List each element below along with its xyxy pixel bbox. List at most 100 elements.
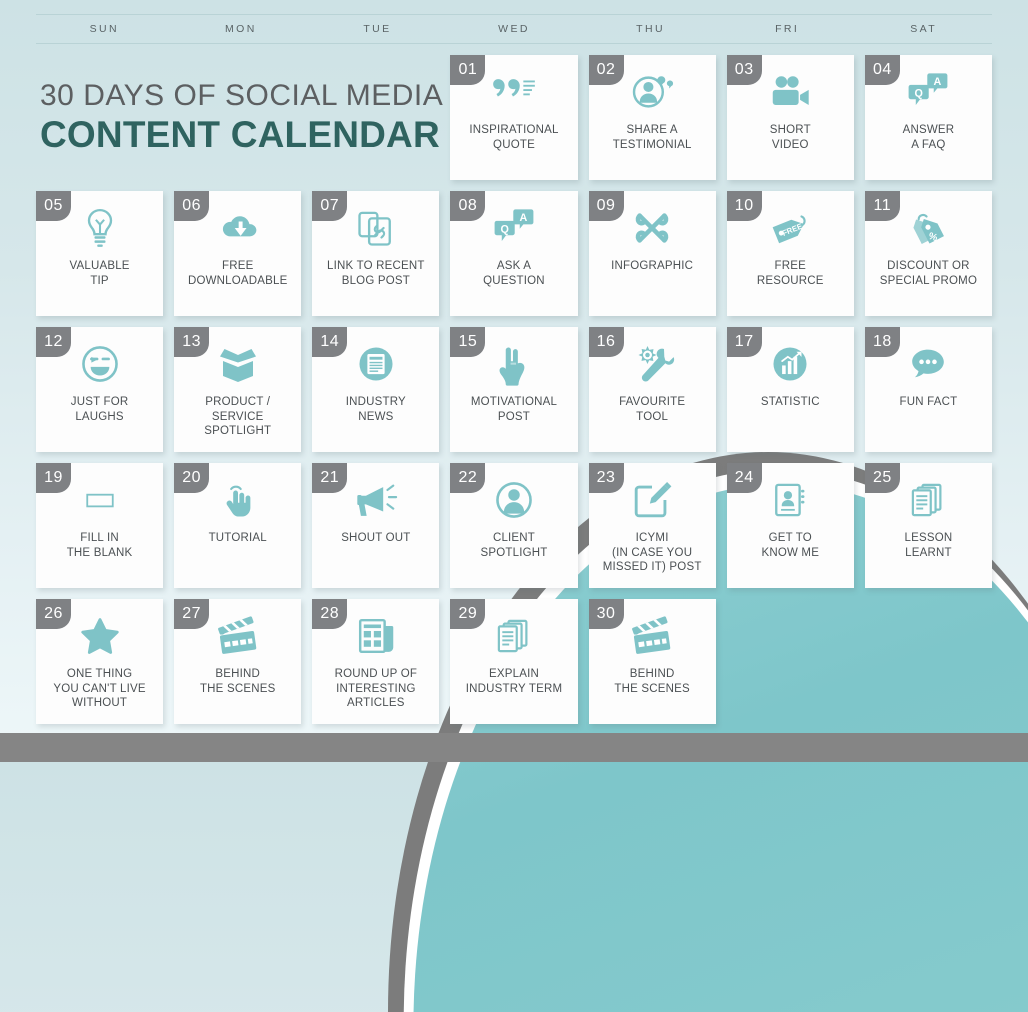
day-number-badge: 13 — [174, 327, 210, 357]
calendar-day-card[interactable]: 23 ICYMI (IN CASE YOU MISSED IT) POST — [588, 463, 716, 588]
calendar-day-card[interactable]: 10 FREE FREE RESOURCE — [726, 191, 854, 316]
day-card-label: CLIENT SPOTLIGHT — [480, 532, 548, 559]
calendar-day-card[interactable]: 09 INFOGRAPHIC — [588, 191, 716, 316]
calendar-days-grid: 30 DAYS OF SOCIAL MEDIA CONTENT CALENDAR… — [36, 55, 992, 724]
day-number-badge: 27 — [174, 599, 210, 629]
day-number-badge: 06 — [174, 191, 210, 221]
day-number-badge: 23 — [588, 463, 624, 493]
calendar-day-card[interactable]: 24 GET TO KNOW ME — [726, 463, 854, 588]
calendar-day-card[interactable]: 22 CLIENT SPOTLIGHT — [450, 463, 578, 588]
day-card-label: VALUABLE TIP — [69, 260, 130, 287]
calendar-day-card[interactable]: 01 INSPIRATIONAL QUOTE — [450, 55, 578, 180]
day-number-badge: 18 — [864, 327, 900, 357]
calendar-day-card[interactable]: 27 BEHIND THE SCENES — [174, 599, 302, 724]
day-card-label: SHOUT OUT — [341, 532, 411, 544]
day-card-label: INDUSTRY NEWS — [345, 396, 406, 423]
day-card-label: SHORT VIDEO — [769, 124, 811, 151]
day-card-label: EXPLAIN INDUSTRY TERM — [465, 668, 563, 695]
page-title-line-1: 30 DAYS OF SOCIAL MEDIA — [40, 79, 444, 113]
day-number-badge: 14 — [312, 327, 348, 357]
day-number-badge: 24 — [726, 463, 762, 493]
day-number-badge: 21 — [312, 463, 348, 493]
day-card-label: FREE DOWNLOADABLE — [187, 260, 288, 287]
page-title-line-2: CONTENT CALENDAR — [40, 114, 440, 156]
day-card-label: BEHIND THE SCENES — [614, 668, 690, 695]
day-number-badge: 08 — [450, 191, 486, 221]
footer-bar — [0, 733, 1028, 762]
svg-text:A: A — [519, 212, 527, 224]
calendar-day-card[interactable]: 05 VALUABLE TIP — [36, 191, 164, 316]
day-card-label: SHARE A TESTIMONIAL — [612, 124, 692, 151]
day-number-badge: 07 — [312, 191, 348, 221]
day-card-label: TUTORIAL — [208, 532, 267, 544]
day-card-label: JUST FOR LAUGHS — [70, 396, 129, 423]
svg-text:A: A — [934, 76, 942, 88]
day-card-label: GET TO KNOW ME — [761, 532, 820, 559]
day-card-label: FREE RESOURCE — [756, 260, 824, 287]
calendar-day-card[interactable]: 16 FAVOURITE TOOL — [588, 327, 716, 452]
calendar-day-card[interactable]: 19 FILL IN THE BLANK — [36, 463, 164, 588]
calendar-day-card[interactable]: 14 INDUSTRY NEWS — [312, 327, 440, 452]
day-number-badge: 16 — [588, 327, 624, 357]
day-card-label: BEHIND THE SCENES — [199, 668, 276, 695]
day-card-label: INSPIRATIONAL QUOTE — [469, 124, 559, 151]
day-number-badge: 01 — [450, 55, 486, 85]
calendar-day-card[interactable]: 17 STATISTIC — [726, 327, 854, 452]
calendar-day-card[interactable]: 20 TUTORIAL — [174, 463, 302, 588]
day-number-badge: 03 — [726, 55, 762, 85]
day-card-label: FUN FACT — [899, 396, 958, 408]
day-number-badge: 17 — [726, 327, 762, 357]
day-card-label: MOTIVATIONAL POST — [470, 396, 558, 423]
calendar-day-card[interactable]: 03 SHORT VIDEO — [726, 55, 854, 180]
calendar-day-card[interactable]: 21 SHOUT OUT — [312, 463, 440, 588]
calendar-day-card[interactable]: 15 MOTIVATIONAL POST — [450, 327, 578, 452]
day-number-badge: 28 — [312, 599, 348, 629]
calendar-day-card[interactable]: 26 ONE THING YOU CAN'T LIVE WITHOUT — [36, 599, 164, 724]
calendar-day-card[interactable]: 13 PRODUCT / SERVICE SPOTLIGHT — [174, 327, 302, 452]
calendar-day-card[interactable]: 25 LESSON LEARNT — [864, 463, 992, 588]
day-number-badge: 04 — [864, 55, 900, 85]
weekday-header-fri: FRI — [775, 23, 800, 35]
calendar-day-card[interactable]: 08 A Q ASK A QUESTION — [450, 191, 578, 316]
day-number-badge: 30 — [588, 599, 624, 629]
calendar-day-card[interactable]: 04 A Q ANSWER A FAQ — [864, 55, 992, 180]
weekday-header-row: SUN MON TUE WED THU FRI SAT — [36, 14, 992, 44]
calendar-day-card[interactable]: 18 FUN FACT — [864, 327, 992, 452]
day-card-label: FAVOURITE TOOL — [619, 396, 686, 423]
day-card-label: ICYMI (IN CASE YOU MISSED IT) POST — [602, 532, 702, 574]
day-number-badge: 02 — [588, 55, 624, 85]
day-number-badge: 26 — [36, 599, 71, 629]
calendar-day-card[interactable]: 02 SHARE A TESTIMONIAL — [588, 55, 716, 180]
calendar-day-card[interactable]: 12 JUST FOR LAUGHS — [36, 327, 164, 452]
weekday-header-thu: THU — [636, 23, 665, 35]
calendar-day-card[interactable]: 29 EXPLAIN INDUSTRY TERM — [450, 599, 578, 724]
day-number-badge: 05 — [36, 191, 71, 221]
day-card-label: DISCOUNT OR SPECIAL PROMO — [879, 260, 978, 287]
calendar: SUN MON TUE WED THU FRI SAT 30 DAYS OF SOCIAL … — [36, 14, 992, 724]
day-card-label: ASK A QUESTION — [483, 260, 545, 287]
calendar-day-card[interactable]: 06 FREE DOWNLOADABLE — [174, 191, 302, 316]
day-number-badge: 09 — [588, 191, 624, 221]
day-card-label: PRODUCT / SERVICE SPOTLIGHT — [204, 396, 272, 438]
day-card-label: LESSON LEARNT — [904, 532, 953, 559]
day-number-badge: 11 — [864, 191, 900, 221]
day-card-label: LINK TO RECENT BLOG POST — [327, 260, 425, 287]
day-number-badge: 25 — [864, 463, 900, 493]
calendar-day-card[interactable]: 28 ROUND UP OF INTERESTING ARTICLES — [312, 599, 440, 724]
day-card-label: ONE THING YOU CAN'T LIVE WITHOUT — [53, 668, 146, 710]
weekday-header-wed: WED — [498, 23, 530, 35]
day-number-badge: 29 — [450, 599, 486, 629]
infographic-canvas: SUN MON TUE WED THU FRI SAT 30 DAYS OF SOCIAL … — [0, 0, 1028, 1012]
title-block: 30 DAYS OF SOCIAL MEDIA CONTENT CALENDAR — [36, 55, 444, 180]
day-number-badge: 15 — [450, 327, 486, 357]
weekday-header-mon: MON — [225, 23, 257, 35]
day-card-label: INFOGRAPHIC — [611, 260, 694, 272]
day-card-label: FILL IN THE BLANK — [66, 532, 133, 559]
day-card-label: STATISTIC — [760, 396, 820, 408]
svg-text:Q: Q — [915, 87, 923, 99]
calendar-day-card[interactable]: 07 LINK TO RECENT BLOG POST — [312, 191, 440, 316]
calendar-day-card[interactable]: 30 BEHIND THE SCENES — [588, 599, 716, 724]
calendar-day-card[interactable]: 11% DISCOUNT OR SPECIAL PROMO — [864, 191, 992, 316]
day-number-badge: 10 — [726, 191, 762, 221]
day-card-label: ANSWER A FAQ — [902, 124, 955, 151]
